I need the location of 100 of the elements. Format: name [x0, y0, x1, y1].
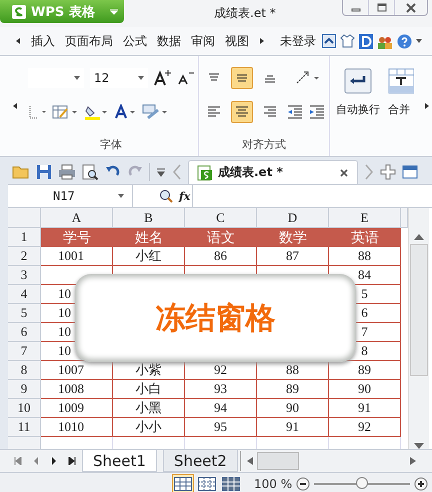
- document-tab[interactable]: 成绩表.et *: [188, 160, 358, 184]
- maximize-icon: [376, 2, 388, 12]
- row-header[interactable]: 11: [8, 418, 41, 437]
- decrease-indent-icon[interactable]: [287, 105, 303, 119]
- page-break-view-button[interactable]: [196, 474, 218, 492]
- window-icon[interactable]: [402, 165, 418, 179]
- sheet-tab[interactable]: Sheet2: [162, 450, 238, 472]
- previous-sheet-icon[interactable]: [32, 457, 40, 465]
- dropdown-icon: [74, 76, 80, 80]
- ribbon-tab[interactable]: 公式: [120, 30, 150, 52]
- vertical-scrollbar[interactable]: [408, 208, 429, 449]
- scroll-right-icon[interactable]: [424, 103, 430, 109]
- table-cell: 93: [185, 380, 257, 399]
- account-status[interactable]: 未登录: [280, 32, 316, 50]
- scroll-left-icon[interactable]: [15, 38, 21, 44]
- zoom-slider-thumb[interactable]: [356, 477, 368, 489]
- dropdown-icon[interactable]: [416, 39, 422, 43]
- font-name-field[interactable]: [28, 68, 84, 88]
- table-cell: 姓名: [113, 228, 185, 247]
- zoom-out-icon[interactable]: [296, 477, 310, 491]
- first-sheet-icon[interactable]: [14, 457, 22, 465]
- save-icon[interactable]: [36, 164, 52, 180]
- align-middle-button[interactable]: [231, 67, 253, 89]
- font-color-icon[interactable]: [114, 104, 136, 120]
- customize-dropdown-icon[interactable]: [156, 167, 166, 177]
- column-header[interactable]: C: [185, 208, 257, 228]
- row-header[interactable]: 6: [8, 323, 41, 342]
- align-icon: [235, 73, 249, 83]
- row-header[interactable]: 9: [8, 380, 41, 399]
- ribbon-tab[interactable]: 审阅: [188, 30, 218, 52]
- name-box[interactable]: N17: [8, 185, 133, 207]
- shirt-icon[interactable]: [340, 34, 355, 48]
- row-header[interactable]: 5: [8, 304, 41, 323]
- table-cell: 91: [257, 418, 329, 437]
- collapse-ribbon-icon[interactable]: [322, 34, 336, 48]
- table-cell: 学号: [41, 228, 113, 247]
- folder-icon[interactable]: [12, 164, 30, 180]
- print-icon[interactable]: [58, 164, 76, 180]
- table-cell: 1009: [41, 399, 113, 418]
- ribbon-tab[interactable]: 视图: [222, 30, 252, 52]
- format-painter-icon[interactable]: [142, 104, 168, 120]
- row-header[interactable]: 10: [8, 399, 41, 418]
- function-button[interactable]: fx: [179, 190, 190, 202]
- row-header[interactable]: 1: [8, 228, 41, 247]
- row-header[interactable]: 3: [8, 266, 41, 285]
- merge-cells-button[interactable]: 合并: [386, 66, 416, 119]
- scroll-up-icon[interactable]: [414, 234, 424, 240]
- cell-style-icon[interactable]: [52, 104, 78, 120]
- align-icon: [235, 106, 249, 118]
- normal-view-button[interactable]: [172, 474, 194, 492]
- dropdown-icon: [118, 194, 124, 198]
- zoom-in-icon[interactable]: [414, 477, 428, 491]
- zoom-level: 100 %: [254, 477, 292, 491]
- border-icon[interactable]: [28, 105, 46, 119]
- table-cell: 1010: [41, 418, 113, 437]
- next-sheet-icon[interactable]: [50, 457, 58, 465]
- table-cell: 94: [185, 399, 257, 418]
- close-icon: [405, 2, 417, 12]
- wrap-text-button[interactable]: 自动换行: [334, 66, 382, 119]
- decrease-font-icon[interactable]: [178, 71, 194, 85]
- magnifier-icon[interactable]: [159, 189, 173, 203]
- row-header[interactable]: 2: [8, 247, 41, 266]
- ribbon-tab[interactable]: 插入: [28, 30, 58, 52]
- column-header[interactable]: D: [257, 208, 329, 228]
- sheet-tab[interactable]: Sheet1: [82, 450, 157, 472]
- table-cell: 90: [329, 380, 401, 399]
- table-icon: [388, 68, 414, 94]
- table-cell: 小白: [113, 380, 185, 399]
- align-icon: [263, 106, 277, 118]
- close-icon[interactable]: [339, 168, 349, 178]
- table-cell: 语文: [185, 228, 257, 247]
- font-size-field[interactable]: 12: [90, 68, 148, 88]
- ribbon-tab[interactable]: 数据: [154, 30, 184, 52]
- table-cell: 小黑: [113, 399, 185, 418]
- column-header[interactable]: B: [113, 208, 185, 228]
- help-icon[interactable]: [397, 34, 412, 48]
- column-header[interactable]: E: [329, 208, 401, 228]
- row-header[interactable]: 4: [8, 285, 41, 304]
- scroll-right-icon[interactable]: [259, 38, 265, 44]
- align-icon: [207, 106, 221, 118]
- spreadsheet-file-icon: [197, 164, 213, 180]
- table-cell: 91: [329, 399, 401, 418]
- dropdown-icon: [138, 76, 144, 80]
- last-sheet-icon[interactable]: [68, 457, 76, 465]
- print-preview-icon[interactable]: [82, 164, 99, 180]
- scroll-left-icon[interactable]: [12, 103, 18, 109]
- align-center-button[interactable]: [231, 101, 253, 123]
- row-header[interactable]: 8: [8, 361, 41, 380]
- row-header[interactable]: 7: [8, 342, 41, 361]
- text-direction-icon[interactable]: [295, 70, 321, 86]
- align-icon: [263, 73, 277, 83]
- increase-font-icon[interactable]: [154, 70, 172, 86]
- column-header[interactable]: A: [41, 208, 113, 228]
- letter-d-icon[interactable]: [359, 34, 373, 48]
- plus-icon[interactable]: [380, 164, 396, 180]
- increase-indent-icon[interactable]: [309, 105, 325, 119]
- ribbon-tab[interactable]: 页面布局: [62, 30, 116, 52]
- page-layout-view-button[interactable]: [220, 474, 242, 492]
- fill-color-icon[interactable]: [84, 104, 108, 120]
- table-cell: 90: [257, 399, 329, 418]
